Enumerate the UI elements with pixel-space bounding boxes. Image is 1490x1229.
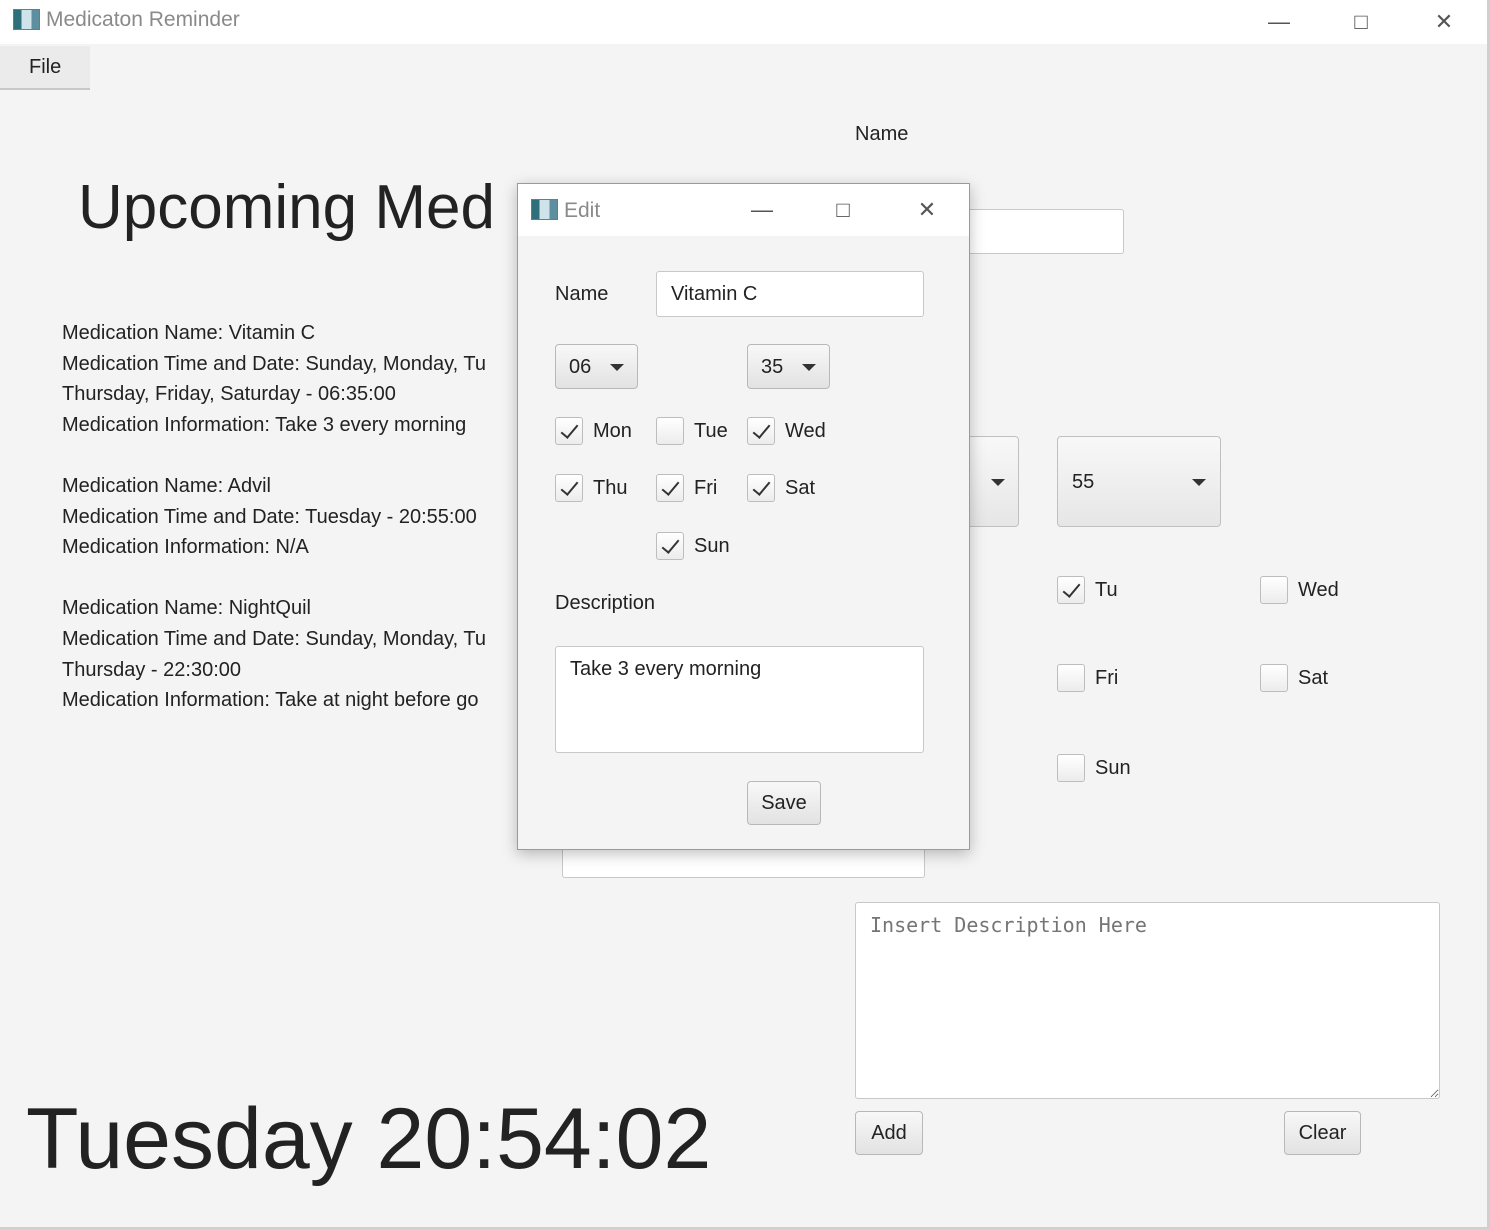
name-input[interactable] xyxy=(960,209,1124,254)
maximize-icon[interactable]: □ xyxy=(1331,0,1391,44)
checkbox-label: Sat xyxy=(1298,666,1329,689)
medication-entry: Medication Name: Vitamin C Medication Ti… xyxy=(62,318,522,440)
checkbox-box[interactable] xyxy=(1057,664,1085,692)
menu-bar: File xyxy=(0,44,1487,90)
dialog-checkbox-sat[interactable]: Sat xyxy=(747,474,815,502)
minute-select-value: 35 xyxy=(761,356,784,378)
add-button[interactable]: Add xyxy=(855,1111,923,1155)
checkbox-label: Mon xyxy=(593,419,632,442)
checkbox-box[interactable] xyxy=(656,417,684,445)
medication-time: Medication Time and Date: Sunday, Monday… xyxy=(62,352,486,375)
medication-time-continued: Thursday - 22:30:00 xyxy=(62,658,241,681)
medication-info: Medication Information: Take at night be… xyxy=(62,689,479,712)
checkbox-box[interactable] xyxy=(747,417,775,445)
chevron-down-icon xyxy=(610,364,624,371)
medication-entry: Medication Name: NightQuil Medication Ti… xyxy=(62,593,522,715)
checkbox-box[interactable] xyxy=(1057,754,1085,782)
dialog-checkbox-wed[interactable]: Wed xyxy=(747,417,826,445)
title-bar: Medicaton Reminder — □ ✕ xyxy=(0,0,1487,44)
dialog-name-input[interactable]: Vitamin C xyxy=(656,271,924,317)
maximize-icon[interactable]: □ xyxy=(818,184,868,236)
medication-time: Medication Time and Date: Sunday, Monday… xyxy=(62,627,486,650)
checkbox-label: Sun xyxy=(694,534,730,557)
clear-button[interactable]: Clear xyxy=(1284,1111,1361,1155)
checkbox-label: Fri xyxy=(1095,666,1119,689)
app-icon xyxy=(531,199,558,220)
minute-select-value: 55 xyxy=(1072,471,1095,493)
medication-name: Medication Name: Vitamin C xyxy=(62,322,316,344)
medication-name: Medication Name: Advil xyxy=(62,474,271,497)
medication-time-continued: Thursday, Friday, Saturday - 06:35:00 xyxy=(62,383,396,406)
checkbox-sat[interactable]: Sat xyxy=(1260,664,1328,692)
medication-info: Medication Information: Take 3 every mor… xyxy=(62,413,467,436)
minimize-icon[interactable]: — xyxy=(1249,0,1309,44)
minute-select[interactable]: 55 xyxy=(1057,436,1221,527)
checkbox-box[interactable] xyxy=(555,417,583,445)
checkbox-label: Thu xyxy=(593,476,628,499)
hour-select-value: 06 xyxy=(569,356,592,378)
checkbox-label: Wed xyxy=(1298,578,1339,601)
dialog-minute-select[interactable]: 35 xyxy=(747,344,830,389)
checkbox-box[interactable] xyxy=(1260,576,1288,604)
checkbox-tu[interactable]: Tu xyxy=(1057,576,1118,604)
chevron-down-icon xyxy=(991,479,1005,486)
dialog-title: Edit xyxy=(564,199,601,222)
edit-dialog: Edit — □ ✕ Name Vitamin C 06 35 Mon Tue … xyxy=(517,183,970,850)
name-label: Name xyxy=(855,123,909,145)
checkbox-label: Fri xyxy=(694,476,718,499)
description-textarea[interactable] xyxy=(855,902,1440,1099)
medication-time: Medication Time and Date: Tuesday - 20:5… xyxy=(62,505,477,528)
checkbox-label: Tu xyxy=(1095,578,1118,601)
dialog-title-bar: Edit — □ ✕ xyxy=(518,184,969,236)
checkbox-box[interactable] xyxy=(747,474,775,502)
checkbox-label: Sun xyxy=(1095,756,1131,779)
checkbox-wed[interactable]: Wed xyxy=(1260,576,1339,604)
medication-entry: Medication Name: Advil Medication Time a… xyxy=(62,471,522,563)
medication-info: Medication Information: N/A xyxy=(62,536,309,559)
close-icon[interactable]: ✕ xyxy=(902,184,952,236)
checkbox-sun[interactable]: Sun xyxy=(1057,754,1131,782)
checkbox-box[interactable] xyxy=(1057,576,1085,604)
menu-file[interactable]: File xyxy=(0,46,90,90)
dialog-checkbox-sun[interactable]: Sun xyxy=(656,532,730,560)
checkbox-label: Wed xyxy=(785,419,826,442)
dialog-checkbox-mon[interactable]: Mon xyxy=(555,417,632,445)
dialog-name-label: Name xyxy=(555,283,609,305)
checkbox-box[interactable] xyxy=(656,474,684,502)
checkbox-label: Tue xyxy=(694,419,728,442)
chevron-down-icon xyxy=(802,364,816,371)
dialog-description-label: Description xyxy=(555,592,656,614)
dialog-checkbox-tue[interactable]: Tue xyxy=(656,417,728,445)
app-icon xyxy=(13,9,40,30)
current-time-clock: Tuesday 20:54:02 xyxy=(26,1091,712,1187)
page-title: Upcoming Med xyxy=(78,173,495,242)
checkbox-box[interactable] xyxy=(656,532,684,560)
medication-name: Medication Name: NightQuil xyxy=(62,597,311,620)
checkbox-label: Sat xyxy=(785,476,816,499)
medication-list: Medication Name: Vitamin C Medication Ti… xyxy=(62,318,522,746)
save-button[interactable]: Save xyxy=(747,781,821,825)
window-title: Medicaton Reminder xyxy=(46,8,240,31)
checkbox-fri[interactable]: Fri xyxy=(1057,664,1118,692)
checkbox-box[interactable] xyxy=(1260,664,1288,692)
close-icon[interactable]: ✕ xyxy=(1414,0,1474,44)
checkbox-box[interactable] xyxy=(555,474,583,502)
minimize-icon[interactable]: — xyxy=(737,184,787,236)
chevron-down-icon xyxy=(1192,479,1206,486)
dialog-hour-select[interactable]: 06 xyxy=(555,344,638,389)
dialog-checkbox-fri[interactable]: Fri xyxy=(656,474,717,502)
dialog-checkbox-thu[interactable]: Thu xyxy=(555,474,627,502)
dialog-description-textarea[interactable]: Take 3 every morning xyxy=(555,646,924,753)
